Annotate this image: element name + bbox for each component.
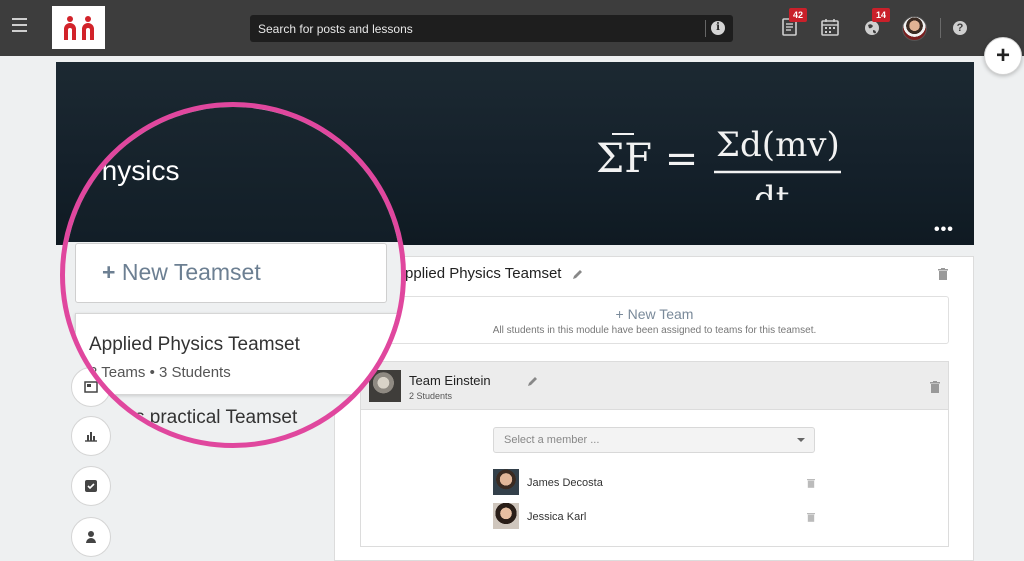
teamset-list-item[interactable]: Applied Physics Teamset 2 Teams • 3 Stud…	[75, 313, 401, 395]
chevron-down-icon	[797, 438, 805, 442]
teamset-list-item[interactable]: s practical Teamset	[135, 407, 297, 429]
nav-divider	[940, 18, 941, 38]
teamset-title: Applied Physics Teamset	[395, 265, 562, 282]
member-select-placeholder: Select a member ...	[504, 434, 600, 446]
help-icon[interactable]: ?	[953, 21, 967, 35]
info-icon[interactable]: i	[711, 21, 725, 35]
teamset-item-meta: 2 Teams • 3 Students	[89, 364, 231, 381]
notifications-count-badge: 14	[872, 8, 891, 22]
new-team-label: + New Team	[615, 306, 694, 322]
banner-more-options[interactable]: •••	[934, 221, 954, 239]
pencil-icon[interactable]	[526, 375, 539, 388]
search-bar: i	[250, 15, 733, 42]
new-team-subtitle: All students in this module have been as…	[492, 325, 817, 336]
member-name: Jessica Karl	[527, 511, 587, 523]
trash-icon[interactable]	[930, 381, 940, 393]
trash-icon[interactable]	[807, 478, 815, 488]
svg-text:ΣF =: ΣF =	[596, 136, 698, 182]
team-card: Team Einstein 2 Students	[360, 361, 949, 547]
search-input[interactable]	[258, 20, 688, 37]
member-select[interactable]: Select a member ...	[493, 427, 815, 453]
member-name: James Decosta	[527, 477, 603, 489]
banner-formula: ΣF = Σd(mv) dt	[596, 120, 856, 219]
plus-icon: +	[615, 306, 628, 322]
top-navigation-bar: i 42 14 ?	[0, 0, 1024, 56]
plus-icon: +	[102, 259, 122, 285]
trash-icon[interactable]	[938, 268, 948, 280]
rail-button-tasks[interactable]	[71, 466, 111, 506]
search-divider	[705, 20, 706, 37]
pencil-icon[interactable]	[571, 268, 584, 281]
app-logo[interactable]	[52, 6, 105, 49]
team-student-count: 2 Students	[409, 391, 453, 401]
svg-text:dt: dt	[754, 179, 790, 200]
new-teamset-button[interactable]: + New Teamset	[75, 243, 387, 303]
new-team-button[interactable]: + New Team All students in this module h…	[360, 296, 949, 344]
hamburger-icon[interactable]	[12, 18, 27, 32]
new-teamset-label: + New Teamset	[102, 259, 261, 285]
rail-button-users[interactable]	[71, 517, 111, 557]
chart-icon	[85, 432, 97, 442]
course-title: Physics	[83, 155, 180, 186]
add-button[interactable]: +	[984, 37, 1022, 75]
posts-count-badge: 42	[789, 8, 808, 22]
rail-button-analytics[interactable]	[71, 416, 111, 456]
svg-text:Σd(mv): Σd(mv)	[716, 125, 840, 165]
check-icon	[85, 480, 97, 492]
user-avatar[interactable]	[902, 16, 927, 41]
member-avatar	[493, 469, 519, 495]
team-header: Team Einstein 2 Students	[361, 362, 948, 410]
calendar-icon[interactable]	[819, 16, 841, 38]
member-avatar	[493, 503, 519, 529]
team-name: Team Einstein	[409, 373, 491, 388]
magnifier-callout: Physics + New Teamset Applied Physics Te…	[60, 102, 406, 448]
user-icon	[86, 531, 96, 543]
trash-icon[interactable]	[807, 512, 815, 522]
magnified-banner: Physics	[65, 107, 401, 242]
teamset-item-title: Applied Physics Teamset	[89, 334, 300, 355]
